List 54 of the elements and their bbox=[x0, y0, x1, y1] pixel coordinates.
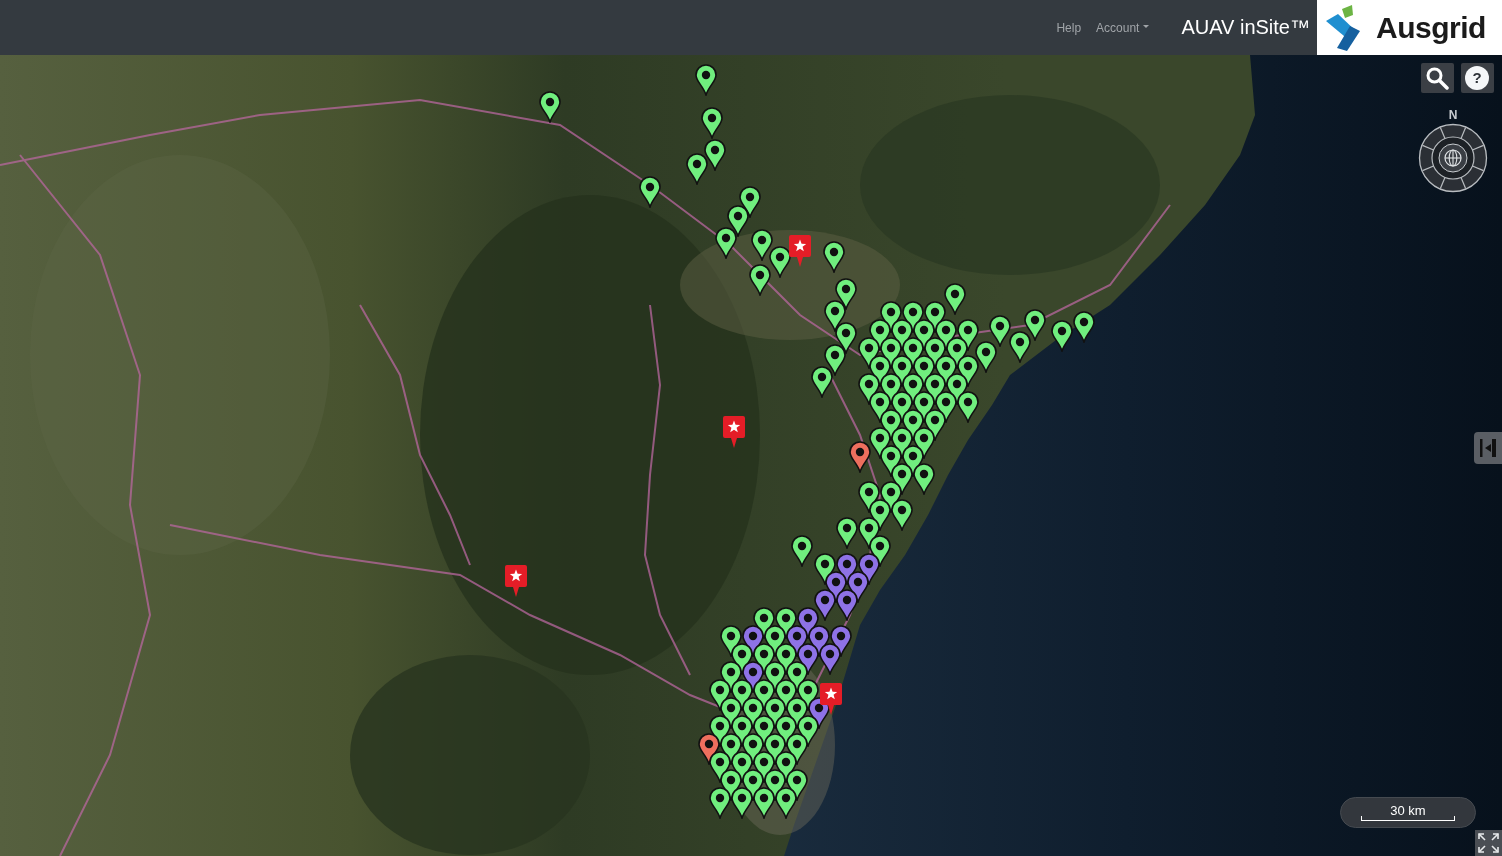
map-pin-icon[interactable] bbox=[715, 227, 737, 259]
map-pin-icon[interactable] bbox=[891, 499, 913, 531]
compass-icon[interactable] bbox=[1418, 123, 1488, 193]
map-pin-icon[interactable] bbox=[727, 205, 749, 237]
map-pin-icon[interactable] bbox=[791, 535, 813, 567]
star-marker-icon[interactable] bbox=[504, 564, 528, 598]
map-pin-icon[interactable] bbox=[957, 391, 979, 423]
panel-toggle-button[interactable] bbox=[1474, 432, 1502, 464]
map-pin-icon[interactable] bbox=[751, 229, 773, 261]
compass-north-label: N bbox=[1448, 108, 1458, 122]
map-pin-icon[interactable] bbox=[913, 463, 935, 495]
map-pin-icon[interactable] bbox=[811, 366, 833, 398]
map-pin-icon[interactable] bbox=[753, 787, 775, 819]
nav-link[interactable]: Help bbox=[1056, 20, 1082, 35]
app-title: AUAV inSite™ bbox=[1181, 16, 1310, 39]
map-pin-icon[interactable] bbox=[1051, 320, 1073, 352]
map-pin-icon[interactable] bbox=[1073, 311, 1095, 343]
map-pin-icon[interactable] bbox=[775, 787, 797, 819]
logo-text: Ausgrid bbox=[1376, 10, 1486, 45]
star-marker-icon[interactable] bbox=[722, 415, 746, 449]
map-pin-icon[interactable] bbox=[944, 283, 966, 315]
collapse-panel-icon bbox=[1479, 438, 1497, 458]
expand-icon bbox=[1478, 833, 1499, 853]
scale-bracket-icon bbox=[1361, 816, 1455, 821]
map-pin-icon[interactable] bbox=[539, 91, 561, 123]
map-pin-icon[interactable] bbox=[814, 589, 836, 621]
map-pin-icon[interactable] bbox=[749, 264, 771, 296]
map-pin-icon[interactable] bbox=[823, 241, 845, 273]
scale-label: 30 km bbox=[1390, 804, 1426, 818]
map-pin-icon[interactable] bbox=[686, 153, 708, 185]
help-button[interactable]: ? bbox=[1460, 63, 1494, 93]
search-button[interactable] bbox=[1420, 63, 1454, 93]
star-marker-icon[interactable] bbox=[819, 682, 843, 716]
map-pin-icon[interactable] bbox=[769, 246, 791, 278]
map-pin-icon[interactable] bbox=[824, 344, 846, 376]
map-pin-icon[interactable] bbox=[1024, 309, 1046, 341]
map-pin-icon[interactable] bbox=[975, 341, 997, 373]
account-dropdown[interactable]: Account bbox=[1096, 20, 1150, 35]
map-pin-icon[interactable] bbox=[989, 315, 1011, 347]
search-icon bbox=[1425, 66, 1449, 90]
map-pin-icon[interactable] bbox=[1009, 331, 1031, 363]
caret-icon bbox=[1143, 25, 1150, 28]
map-pin-icon[interactable] bbox=[819, 643, 841, 675]
map-pin-icon[interactable] bbox=[704, 139, 726, 171]
map-pin-icon[interactable] bbox=[849, 441, 871, 473]
map-pin-icon[interactable] bbox=[731, 787, 753, 819]
map-pin-icon[interactable] bbox=[836, 589, 858, 621]
map-pin-icon[interactable] bbox=[695, 64, 717, 96]
map-pin-icon[interactable] bbox=[701, 107, 723, 139]
map-pin-icon[interactable] bbox=[836, 517, 858, 549]
star-marker-icon[interactable] bbox=[788, 234, 812, 268]
map-pin-icon[interactable] bbox=[709, 787, 731, 819]
fullscreen-button[interactable] bbox=[1475, 830, 1502, 856]
map-pin-icon[interactable] bbox=[639, 176, 661, 208]
